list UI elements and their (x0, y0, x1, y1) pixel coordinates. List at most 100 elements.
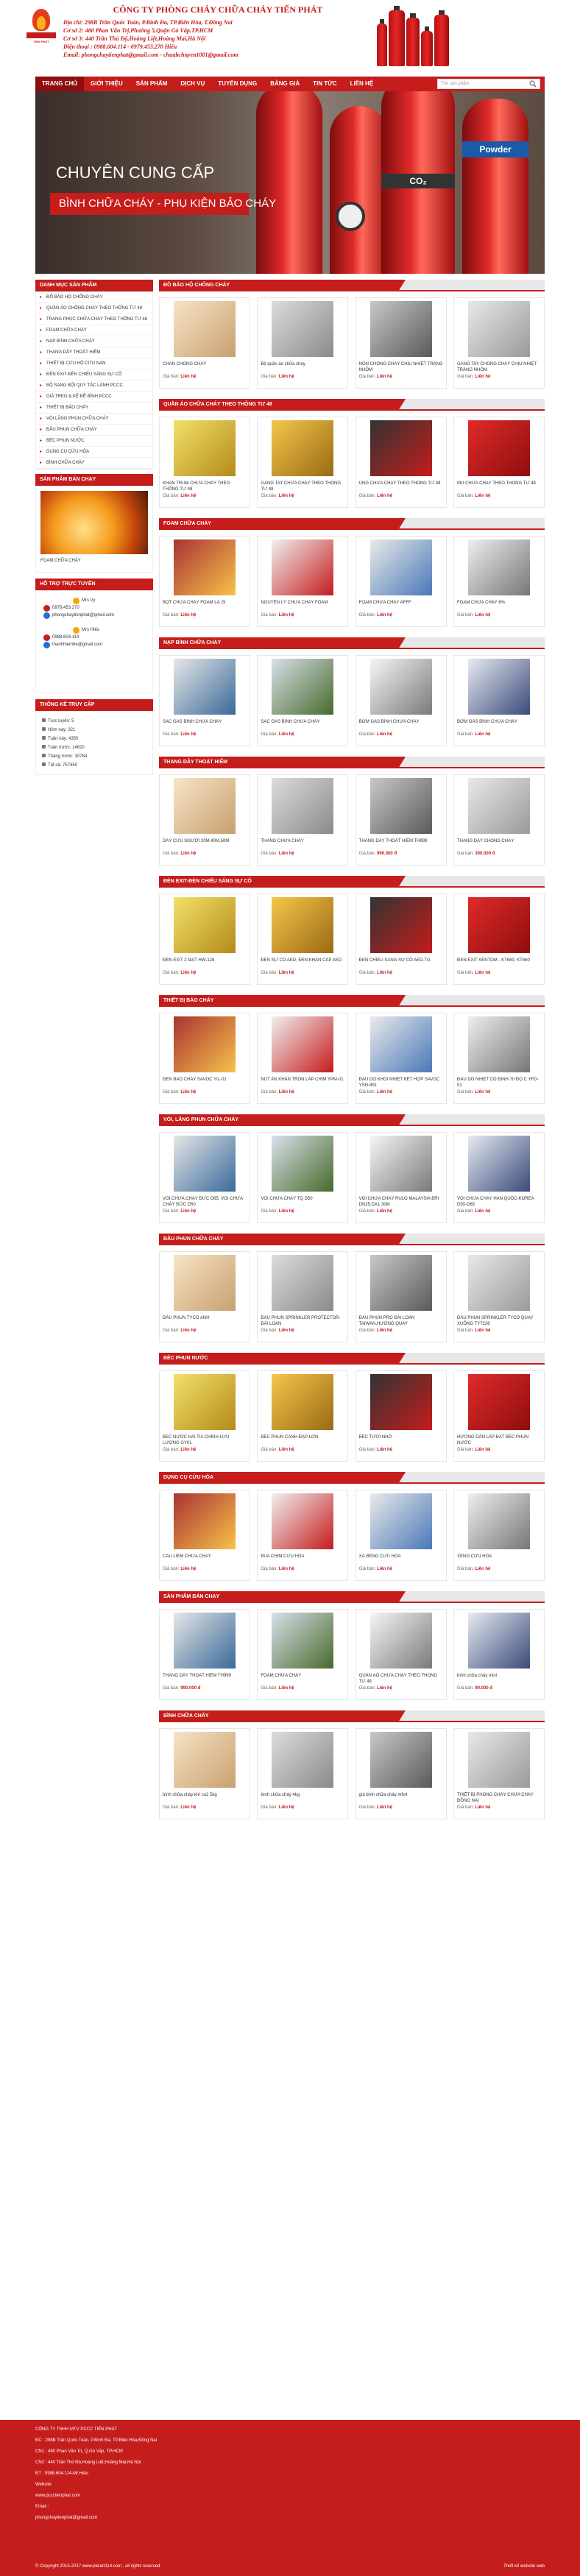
product-card[interactable]: ĐẦU PHUN PRO ĐÀI LOAN TAIWAN,HƯỚNG QUAY G… (355, 1251, 447, 1342)
product-image[interactable] (369, 1136, 432, 1192)
product-name[interactable]: Bộ quần áo chữa cháy (261, 361, 344, 373)
search-icon[interactable] (529, 80, 537, 88)
section-title[interactable]: THANG DÂY THOÁT HIỂM (159, 757, 545, 768)
nav-price-list[interactable]: BẢNG GIÁ (264, 77, 306, 91)
product-image[interactable] (174, 539, 236, 595)
product-name[interactable]: VÒI CHỮA CHÁY HÀN QUỐC-KOREA D50-D65 (457, 1196, 541, 1208)
product-image[interactable] (369, 659, 432, 715)
footer-credit[interactable]: Thiết kế website web (503, 2564, 545, 2569)
product-image[interactable] (174, 301, 236, 357)
product-name[interactable]: ĐÈN SỰ CỐ AED, ĐÈN KHẨN CẤP AED (261, 958, 344, 969)
product-card[interactable]: GĂNG TAY CHỐNG CHÁY CHỊU NHIỆT TRÁNG NHÔ… (453, 297, 545, 389)
product-card[interactable]: BÚA CHIM CỨU HỎA Giá bán: Liên hệ (257, 1490, 349, 1581)
product-card[interactable]: THIẾT BỊ PHÒNG CHÁY CHỮA CHÁY ĐỒNG NAI Gi… (453, 1728, 545, 1819)
product-card[interactable]: FOAM CHỮA CHÁY AFFF Giá bán: Liên hệ (355, 536, 447, 627)
product-name[interactable]: BÚA CHIM CỨU HỎA (261, 1554, 344, 1565)
product-image[interactable] (467, 659, 530, 715)
product-card[interactable]: XẺNG CỨU HỎA Giá bán: Liên hệ (453, 1490, 545, 1581)
product-image[interactable] (272, 1493, 334, 1549)
product-name[interactable]: VÒI CHỮA CHÁY ĐỨC D65, VÒI CHỮA CHÁY ĐỨC… (163, 1196, 247, 1208)
category-item[interactable]: NẠP BÌNH CHỮA CHÁY (36, 336, 152, 347)
product-name[interactable]: THANG DÂY CHỐNG CHÁY (457, 838, 541, 850)
product-card[interactable]: FOAM CHỮA CHÁY Giá bán: Liên hệ (257, 1609, 349, 1700)
product-card[interactable]: GĂNG TAY CHỮA CHÁY THEO THÔNG TƯ 48 Giá b… (257, 417, 349, 508)
product-image[interactable] (174, 420, 236, 476)
product-image[interactable] (369, 778, 432, 834)
product-image[interactable] (467, 539, 530, 595)
product-name[interactable]: ĐẦU DÒ KHÓI NHIỆT KẾT HỢP SAVOC YSH-891 (359, 1077, 443, 1089)
product-card[interactable]: KHĂN TRÙM CHỮA CHÁY THEO THÔNG TƯ 48 Giá … (159, 417, 250, 508)
product-card[interactable]: Bộ quần áo chữa cháy Giá bán: Liên hệ (257, 297, 349, 389)
product-card[interactable]: ĐÈN CHIẾU SÁNG SỰ CỐ AED-TG Giá bán: Liên… (355, 894, 447, 985)
section-header[interactable]: FOAM CHỮA CHÁY (159, 518, 545, 530)
nav-contact[interactable]: LIÊN HỆ (344, 77, 381, 91)
product-name[interactable]: HƯỚNG DẪN LẮP ĐẶT BÉC PHUN NƯỚC (457, 1434, 541, 1446)
section-title[interactable]: BÉC PHUN NƯỚC (159, 1353, 545, 1365)
product-card[interactable]: SẠC GAS BÌNH CHỮA CHÁY Giá bán: Liên hệ (159, 655, 250, 746)
product-image[interactable] (467, 1016, 530, 1072)
product-card[interactable]: ĐẦU PHUN SPRINKLER PROTECTOR-ĐÀI LOAN Giá… (257, 1251, 349, 1342)
product-card[interactable]: bình chữa cháy 4kg Giá bán: Liên hệ (257, 1728, 349, 1819)
product-image[interactable] (174, 659, 236, 715)
section-header[interactable]: THIẾT BỊ BÁO CHÁY (159, 995, 545, 1007)
product-image[interactable] (369, 539, 432, 595)
product-name[interactable]: QUẦN ÁO CHỮA CHÁY THEO THÔNG TƯ 48 (359, 1673, 443, 1685)
product-card[interactable]: BÉC TƯỚI NHỎ Giá bán: Liên hệ (355, 1370, 447, 1462)
support-email-2[interactable]: thanhhiemhe@gmail.com (43, 642, 145, 648)
product-image[interactable] (369, 1613, 432, 1669)
product-card[interactable]: giá bình chữa cháy mfz4 Giá bán: Liên hệ (355, 1728, 447, 1819)
product-card[interactable]: CÂU LIÊM CHỮA CHÁY Giá bán: Liên hệ (159, 1490, 250, 1581)
product-name[interactable]: FOAM CHỮA CHÁY AFFF (359, 600, 443, 612)
section-header[interactable]: BÌNH CHỮA CHÁY (159, 1710, 545, 1722)
footer-line[interactable]: Website: (35, 2483, 545, 2487)
product-image[interactable] (467, 1493, 530, 1549)
product-name[interactable]: BÉC PHUN CÁNH ĐẬP LỚN (261, 1434, 344, 1446)
category-item[interactable]: DỤNG CỤ CỨU HỎA (36, 447, 152, 458)
product-card[interactable]: bình chữa cháy khí co2 5kg Giá bán: Liên … (159, 1728, 250, 1819)
product-card[interactable]: VÒI CHỮA CHÁY HÀN QUỐC-KOREA D50-D65 Giá … (453, 1132, 545, 1223)
product-name[interactable]: BỌT CHỮA CHÁY FOAM LÀ GÌ (163, 600, 247, 612)
product-image[interactable] (174, 1613, 236, 1669)
product-card[interactable]: CHĂN CHỐNG CHÁY Giá bán: Liên hệ (159, 297, 250, 389)
product-image[interactable] (369, 301, 432, 357)
nav-about[interactable]: GIỚI THIỆU (84, 77, 130, 91)
product-name[interactable]: bình chữa cháy 4kg (261, 1792, 344, 1804)
section-header[interactable]: DỤNG CỤ CỨU HỎA (159, 1472, 545, 1484)
nav-services[interactable]: DỊCH VỤ (174, 77, 211, 91)
product-name[interactable]: FOAM CHỮA CHÁY (261, 1673, 344, 1685)
product-image[interactable] (467, 1732, 530, 1788)
section-title[interactable]: THIẾT BỊ BÁO CHÁY (159, 995, 545, 1007)
product-name[interactable]: ĐÈN BÁO CHÁY SAVOC YIL-01 (163, 1077, 247, 1089)
featured-product-image[interactable] (40, 491, 148, 554)
product-name[interactable]: NÓN CHỐNG CHÁY CHỊU NHIỆT TRÁNG NHÔM (359, 361, 443, 373)
hero-banner[interactable]: Powder CO₂ CHUYÊN CUNG CẤP BÌNH CHỮA CHÁ… (35, 91, 545, 274)
product-card[interactable]: THANG CHỮA CHÁY Giá bán: Liên hệ (257, 774, 349, 866)
section-header[interactable]: SẢN PHẨM BÁN CHẠY (159, 1591, 545, 1603)
product-card[interactable]: NÓN CHỐNG CHÁY CHỊU NHIỆT TRÁNG NHÔM Giá … (355, 297, 447, 389)
product-image[interactable] (272, 1016, 334, 1072)
category-item[interactable]: ĐÈN EXIT-ĐÈN CHIẾU SÁNG SỰ CỐ (36, 369, 152, 381)
category-item[interactable]: THIẾT BỊ BÁO CHÁY (36, 403, 152, 414)
product-card[interactable]: DÂY CỨU NGƯỜI 20M,40M,50M Giá bán: Liên h… (159, 774, 250, 866)
product-card[interactable]: BỌT CHỮA CHÁY FOAM LÀ GÌ Giá bán: Liên hệ (159, 536, 250, 627)
product-image[interactable] (369, 1374, 432, 1430)
product-card[interactable]: VÒI CHỮA CHÁY ĐỨC D65, VÒI CHỮA CHÁY ĐỨC… (159, 1132, 250, 1223)
section-header[interactable]: THANG DÂY THOÁT HIỂM (159, 757, 545, 768)
product-image[interactable] (272, 1136, 334, 1192)
product-name[interactable]: SẠC GAS BÌNH CHỮA CHÁY (261, 719, 344, 731)
category-item[interactable]: GIÁ TREO & KỆ ĐỂ BÌNH PCCC (36, 392, 152, 403)
product-image[interactable] (369, 1493, 432, 1549)
product-image[interactable] (174, 1732, 236, 1788)
product-image[interactable] (272, 778, 334, 834)
product-image[interactable] (467, 1613, 530, 1669)
product-name[interactable]: ĐẦU DÒ NHIỆT CỐ ĐỊNH 70 ĐỘ C YFD-01 (457, 1077, 541, 1089)
product-card[interactable]: ĐẦU PHUN TYCO ANH Giá bán: Liên hệ (159, 1251, 250, 1342)
nav-home[interactable]: TRANG CHỦ (35, 77, 84, 91)
product-card[interactable]: ĐẦU DÒ NHIỆT CỐ ĐỊNH 70 ĐỘ C YFD-01 Giá b… (453, 1013, 545, 1104)
product-card[interactable]: SẠC GAS BÌNH CHỮA CHÁY Giá bán: Liên hệ (257, 655, 349, 746)
section-header[interactable]: BÉC PHUN NƯỚC (159, 1353, 545, 1365)
section-title[interactable]: QUẦN ÁO CHỮA CHÁY THEO THÔNG TƯ 48 (159, 399, 545, 411)
product-card[interactable]: ĐÈN EXIT 2 MẶT HW-128 Giá bán: Liên hệ (159, 894, 250, 985)
category-item[interactable]: BÉC PHUN NƯỚC (36, 436, 152, 447)
product-name[interactable]: CÂU LIÊM CHỮA CHÁY (163, 1554, 247, 1565)
